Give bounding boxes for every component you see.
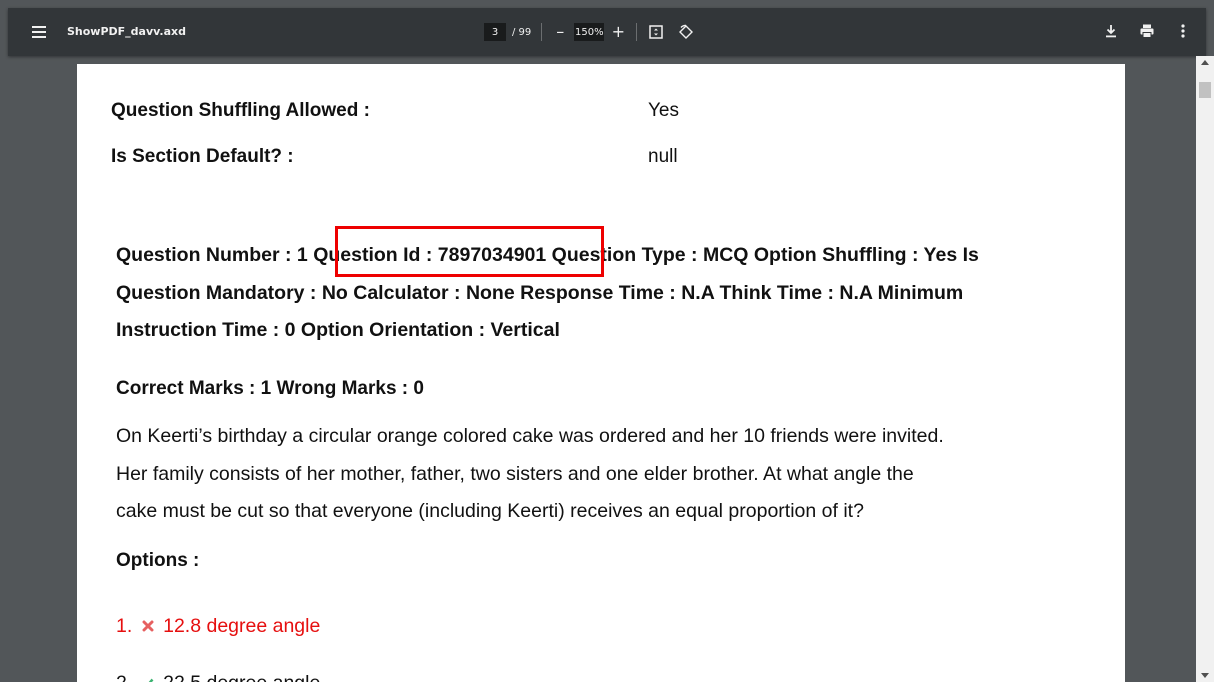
scroll-down-icon[interactable] — [1201, 673, 1209, 678]
zoom-input[interactable] — [574, 23, 605, 41]
more-icon[interactable] — [1174, 22, 1192, 40]
correct-mark-icon — [142, 672, 154, 682]
section-default-label: Is Section Default? : — [111, 146, 294, 167]
section-default-value: null — [648, 146, 678, 167]
highlight-box — [335, 226, 604, 277]
options-label: Options : — [116, 550, 200, 571]
question-type: Question Type : MCQ Option Shuffling : Y… — [546, 244, 979, 266]
option-text: 12.8 degree angle — [163, 615, 321, 637]
page-total: / 99 — [512, 26, 532, 38]
marks-info: Correct Marks : 1 Wrong Marks : 0 — [116, 378, 424, 399]
scroll-thumb[interactable] — [1199, 82, 1211, 98]
question-line: Her family consists of her mother, fathe… — [116, 462, 914, 485]
question-text: On Keerti’s birthday a circular orange c… — [116, 418, 1096, 531]
divider — [541, 23, 543, 41]
toolbar-actions — [1102, 22, 1192, 40]
option-number: 1. — [116, 615, 133, 637]
pdf-page: Question Shuffling Allowed : Yes Is Sect… — [77, 64, 1125, 682]
download-icon[interactable] — [1102, 22, 1120, 40]
scrollbar[interactable] — [1196, 56, 1214, 682]
option-1: 1. 12.8 degree angle — [116, 615, 320, 638]
zoom-out-button[interactable]: – — [552, 23, 568, 41]
divider — [636, 23, 638, 41]
scroll-up-icon[interactable] — [1201, 60, 1209, 65]
shuffle-value: Yes — [648, 100, 679, 121]
fit-page-icon[interactable] — [647, 23, 665, 41]
pdf-toolbar: ShowPDF_davv.axd / 99 – + — [8, 8, 1206, 56]
wrong-mark-icon — [142, 615, 154, 638]
option-text: 22.5 degree angle — [163, 672, 320, 682]
option-number: 2. — [116, 672, 132, 682]
question-mandatory: Question Mandatory : No Calculator : Non… — [116, 281, 964, 304]
print-icon[interactable] — [1138, 22, 1156, 40]
menu-icon[interactable] — [30, 23, 48, 41]
shuffle-label: Question Shuffling Allowed : — [111, 100, 370, 121]
question-line: On Keerti’s birthday a circular orange c… — [116, 425, 944, 447]
instruction-time: Instruction Time : 0 Option Orientation … — [116, 319, 560, 341]
document-title: ShowPDF_davv.axd — [67, 25, 186, 38]
page-number-input[interactable] — [484, 23, 506, 41]
question-metadata: Question Number : 1 Question Id : 789703… — [116, 237, 1096, 350]
rotate-icon[interactable] — [677, 23, 695, 41]
zoom-in-button[interactable]: + — [610, 23, 626, 41]
option-2: 2. 22.5 degree angle — [116, 672, 320, 682]
page-zoom-controls: / 99 – + — [484, 22, 695, 42]
viewer-background: ShowPDF_davv.axd / 99 – + — [0, 0, 1214, 64]
question-number: Question Number : 1 — [116, 244, 314, 266]
question-line: cake must be cut so that everyone (inclu… — [116, 500, 864, 522]
